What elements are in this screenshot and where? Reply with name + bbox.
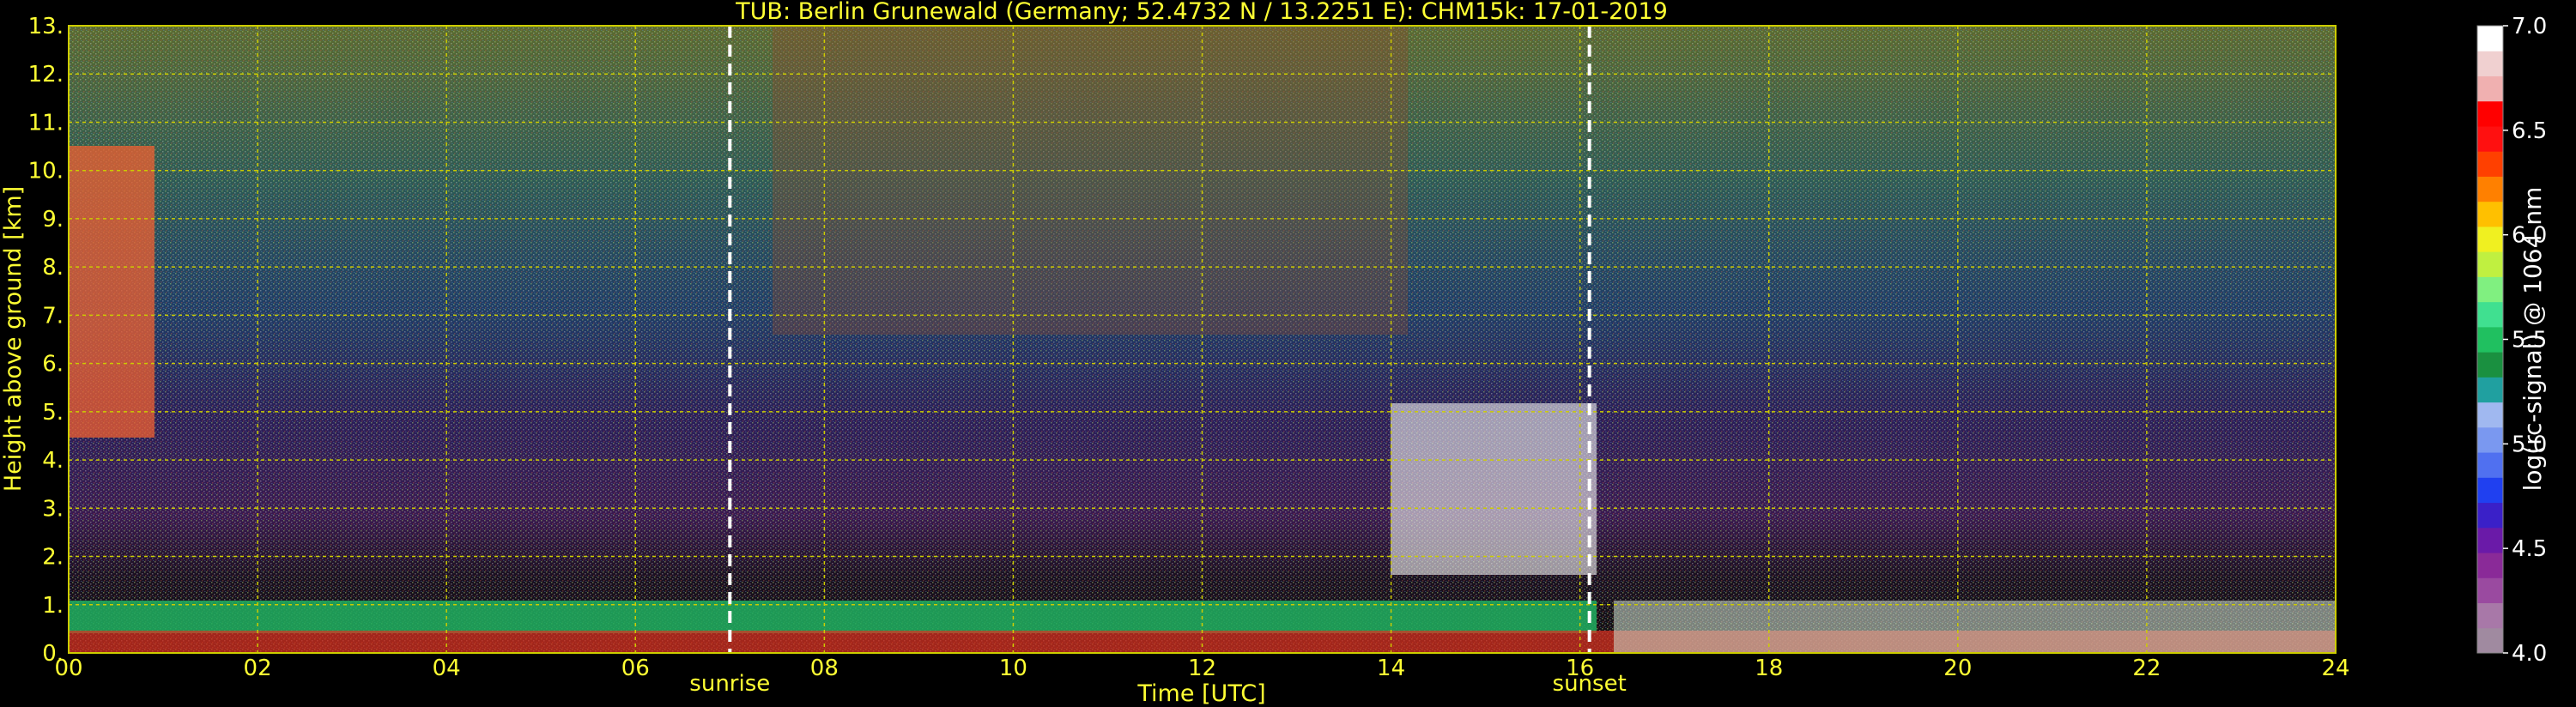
colorbar-segment [2477, 352, 2503, 378]
colorbar-segment [2477, 176, 2503, 202]
y-tick-label: 9. [42, 207, 64, 233]
colorbar-segment [2477, 100, 2503, 127]
x-tick-label: 02 [244, 656, 272, 681]
x-tick-label: 22 [2132, 656, 2161, 681]
colorbar-segment [2477, 276, 2503, 303]
x-tick-label: 04 [433, 656, 461, 681]
colorbar: 4.04.55.05.56.06.57.0 log(rc-signal) @ 1… [2476, 14, 2547, 667]
colorbar-segments [2476, 25, 2504, 654]
chart-title: TUB: Berlin Grunewald (Germany; 52.4732 … [735, 0, 1668, 25]
night-boundary-layer [1614, 601, 2336, 653]
colorbar-tick-label: 7.0 [2512, 14, 2547, 39]
y-tick-label: 4. [42, 448, 64, 474]
y-tick-label: 13. [28, 14, 64, 39]
x-tick-label: 08 [810, 656, 839, 681]
x-tick-labels: 00 02 04 06 08 10 12 14 16 18 20 22 24 [54, 656, 2349, 681]
y-tick-label: 8. [42, 255, 64, 281]
colorbar-segment [2477, 26, 2503, 51]
x-tick-label: 14 [1377, 656, 1405, 681]
colorbar-segment [2477, 452, 2503, 478]
colorbar-segment [2477, 251, 2503, 277]
y-axis-label: Height above ground [km] [0, 186, 27, 492]
heatmap-field [69, 26, 2336, 653]
reddish-daytime-signal [773, 26, 1408, 335]
colorbar-segment [2477, 377, 2503, 403]
colorbar-tick-label: 6.5 [2512, 118, 2547, 144]
y-tick-label: 3. [42, 496, 64, 522]
x-tick-label: 18 [1755, 656, 1783, 681]
colorbar-segment [2477, 527, 2503, 553]
colorbar-segment [2477, 201, 2503, 227]
colorbar-label: log(rc-signal) @ 1064 nm [2518, 187, 2547, 492]
colorbar-segment [2477, 226, 2503, 252]
x-tick-label: 20 [1943, 656, 1972, 681]
colorbar-segment [2477, 402, 2503, 428]
boundary-layer-band [69, 601, 1597, 633]
x-axis-label: Time [UTC] [1136, 680, 1265, 707]
colorbar-segment [2477, 553, 2503, 578]
colorbar-segment [2477, 477, 2503, 504]
colorbar-segment [2477, 602, 2503, 629]
x-tick-label: 24 [2321, 656, 2349, 681]
x-tick-label: 12 [1188, 656, 1216, 681]
x-tick-label: 00 [54, 656, 82, 681]
y-tick-label: 5. [42, 400, 64, 426]
y-tick-label: 12. [28, 62, 64, 88]
x-tick-label: 10 [999, 656, 1027, 681]
colorbar-segment [2477, 326, 2503, 353]
cirrus-early [69, 146, 155, 438]
colorbar-segment [2477, 577, 2503, 604]
cloud-evening [1391, 403, 1597, 575]
colorbar-segment [2477, 502, 2503, 529]
y-tick-label: 10. [28, 159, 64, 184]
y-tick-label: 11. [28, 110, 64, 136]
lidar-quicklook-chart: sunrise sunset 0.1.2.3.4.5.6.7.8.9.10.11.… [0, 0, 2547, 707]
colorbar-tick-label: 4.5 [2512, 536, 2547, 562]
y-tick-label: 2. [42, 545, 64, 571]
colorbar-segment [2477, 76, 2503, 102]
colorbar-segment [2477, 426, 2503, 453]
sunrise-label: sunrise [689, 671, 770, 697]
colorbar-segment [2477, 151, 2503, 177]
y-tick-label: 1. [42, 593, 64, 619]
colorbar-segment [2477, 627, 2503, 654]
x-tick-label: 06 [621, 656, 650, 681]
colorbar-segment [2477, 51, 2503, 76]
y-tick-label: 6. [42, 352, 64, 378]
x-tick-label: 16 [1566, 656, 1594, 681]
colorbar-segment [2477, 125, 2503, 152]
y-tick-labels: 0.1.2.3.4.5.6.7.8.9.10.11.12.13. [28, 14, 64, 667]
y-tick-label: 7. [42, 303, 64, 329]
colorbar-segment [2477, 301, 2503, 328]
colorbar-tick-label: 4.0 [2512, 641, 2547, 667]
